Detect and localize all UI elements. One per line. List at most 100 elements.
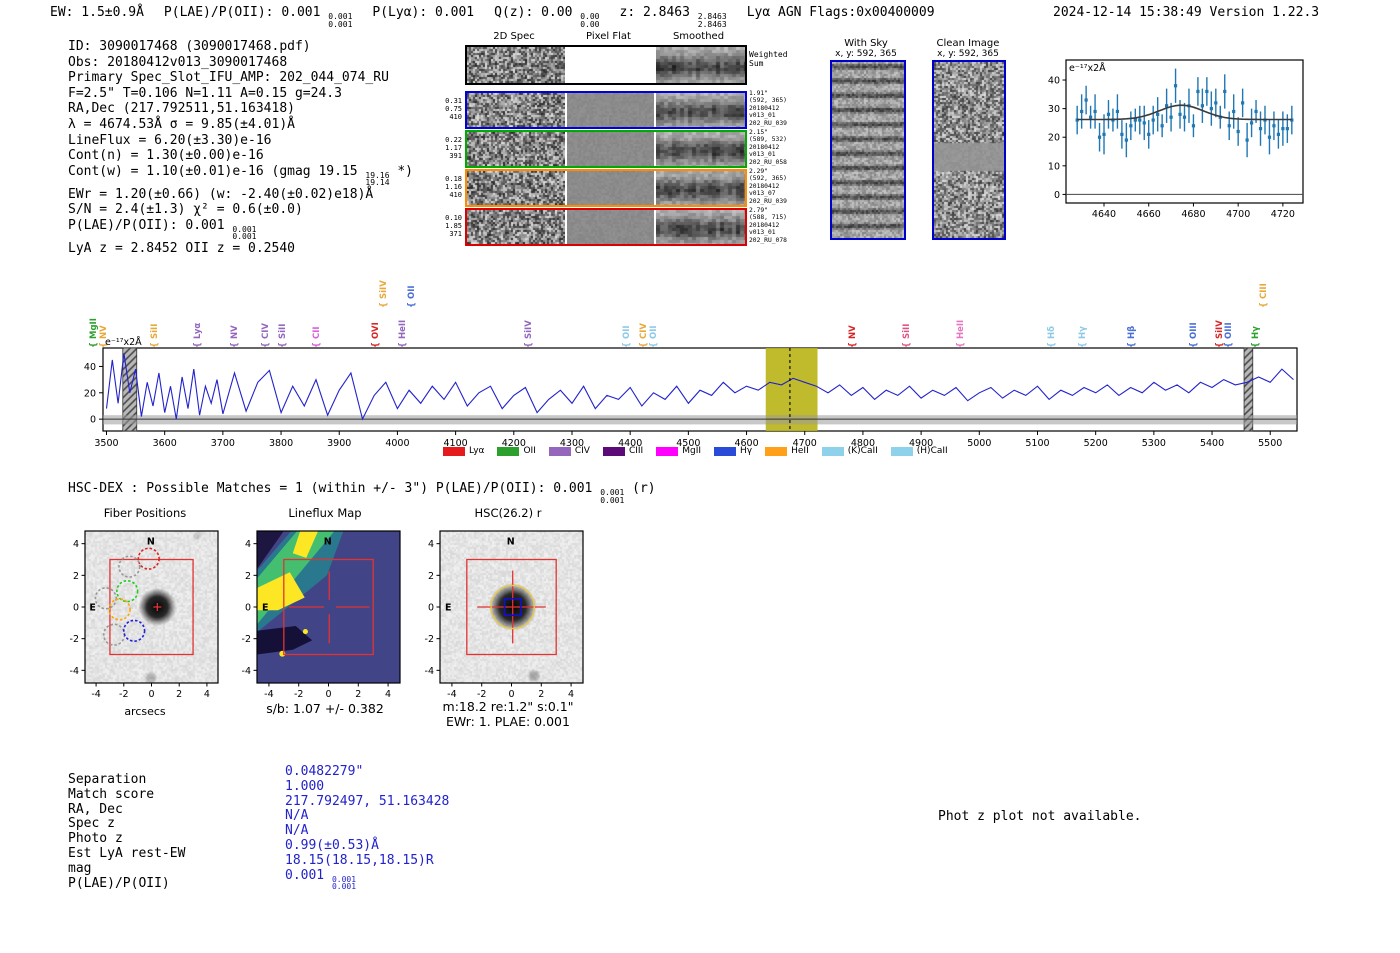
legend-swatch — [890, 446, 913, 456]
spec2d-image-noise — [467, 93, 565, 127]
svg-text:-4: -4 — [264, 689, 273, 700]
match-value: N/A — [285, 808, 449, 824]
hsc-cutout-xlabel2: EWr: 1. PLAE: 0.001 — [446, 714, 570, 729]
fiber-positions-xlabel: arcsecs — [124, 705, 166, 718]
svg-text:e⁻¹⁷x2Å: e⁻¹⁷x2Å — [105, 336, 142, 348]
svg-text:4700: 4700 — [1226, 209, 1250, 220]
match-value: N/A — [285, 823, 449, 839]
text-segment: (r) — [624, 481, 656, 496]
legend-label: OII — [523, 446, 536, 456]
spec2d-row-annotations: 2.29" (592, 365) 20180412 v013_07 202_RU_039 — [749, 168, 787, 205]
text-segment: 18.15(18.15,18.15)R — [285, 852, 434, 868]
spec2d-row — [465, 130, 747, 168]
emission-line-label: { CIII — [1259, 283, 1273, 308]
legend-swatch — [548, 446, 571, 456]
spec2d-column-title: Pixel Flat — [586, 31, 631, 42]
elixer-report-page: EW: 1.5±0.9Å P(LAE)/P(OII): 0.001 0.001 0.… — [0, 0, 1400, 953]
legend-item: (K)CaII — [821, 446, 878, 456]
text-segment: P(Lyα): 0.001 — [372, 5, 475, 20]
stacked-fraction: 0.001 0.001 — [328, 12, 353, 29]
spec2d-column-title: Smoothed — [672, 31, 725, 42]
spec2d-image-flat — [567, 93, 654, 127]
svg-text:4640: 4640 — [1092, 209, 1116, 220]
svg-text:5100: 5100 — [1025, 438, 1049, 449]
text-segment: F=2.5" T=0.106 N=1.11 A=0.15 g=24.3 — [68, 85, 342, 101]
spec2d-row-left-labels: 0.18 1.16 410 — [445, 175, 462, 199]
svg-text:5200: 5200 — [1084, 438, 1108, 449]
svg-text:4: 4 — [245, 539, 251, 550]
svg-text:E: E — [262, 603, 269, 614]
svg-text:5400: 5400 — [1200, 438, 1224, 449]
match-label: Match score — [68, 786, 155, 802]
header-datetime-version: 2024-12-14 15:38:49 Version 1.22.3 — [1053, 5, 1320, 20]
legend-swatch — [497, 446, 520, 456]
svg-text:2: 2 — [355, 689, 361, 700]
emission-line-label: { OII — [407, 285, 421, 308]
text-segment: Obs: 20180412v013_3090017468 — [68, 54, 288, 70]
spec2d-image-noise — [467, 132, 565, 166]
spec2d-image-noise — [467, 210, 565, 244]
legend-swatch — [443, 446, 465, 456]
match-table-labels: Separation Match score RA, Dec Spec z Photo … — [68, 772, 186, 891]
legend-item: MgII — [656, 446, 701, 456]
svg-text:4660: 4660 — [1137, 209, 1161, 220]
svg-text:3800: 3800 — [269, 438, 293, 449]
info-line: Obs: 20180412v013_3090017468 — [68, 55, 413, 71]
photz-note: Phot z plot not available. — [938, 809, 1142, 824]
svg-text:10: 10 — [1048, 161, 1060, 172]
emission-line-label-text: { CIII — [1259, 283, 1270, 308]
stacked-fraction: 0.00 0.00 — [580, 12, 600, 29]
legend-item: CIII — [602, 446, 643, 456]
line-fit-zoom-plot: 4640 4660 4680 4700 4720 0 10 20 30 40 e⁻… — [1048, 59, 1304, 220]
stacked-fraction: 2.8463 2.8463 — [697, 12, 727, 29]
match-label: Est LyA rest-EW — [68, 845, 186, 861]
text-segment: P(LAE)/P(OII): 0.001 — [163, 5, 329, 20]
spec2d-row-left-labels: 0.22 1.17 391 — [445, 136, 462, 160]
svg-text:-2: -2 — [70, 634, 79, 645]
legend-swatch — [765, 446, 788, 456]
match-value: 1.000 — [285, 779, 449, 795]
svg-text:4720: 4720 — [1271, 209, 1295, 220]
svg-text:E: E — [89, 603, 96, 614]
text-segment: P(LAE)/P(OII): 0.001 — [68, 217, 233, 233]
legend-swatch — [821, 446, 844, 456]
svg-text:0: 0 — [1054, 190, 1060, 201]
stacked-fraction: 0.001 0.001 — [600, 488, 625, 505]
spec2d-image-flat — [567, 132, 654, 166]
legend-label: MgII — [682, 446, 702, 456]
spec2d-column-title: 2D Spec — [493, 31, 535, 42]
spec2d-image-noise — [467, 47, 565, 83]
legend-label: (H)CaII — [916, 446, 948, 456]
header-item: Q(z): 0.00 0.00 0.00 — [494, 5, 599, 28]
text-segment: N/A — [285, 808, 309, 824]
text-segment: z: 2.8463 — [619, 5, 698, 20]
text-segment: LineFlux = 6.20(±3.30)e-16 — [68, 132, 272, 148]
text-segment: Q(z): 0.00 — [494, 5, 581, 20]
spec2d-image-smooth — [656, 132, 745, 166]
legend-item: (H)CaII — [890, 446, 948, 456]
legend-item: Lyα — [443, 446, 484, 456]
withsky-image-frame — [830, 60, 906, 240]
svg-text:N: N — [324, 536, 332, 547]
match-label: Separation — [68, 772, 147, 787]
svg-text:4000: 4000 — [385, 438, 409, 449]
spectrum-legend: Lyα OII CIV CIII MgII Hγ HeII (K)CaII (H)CaII — [443, 446, 948, 456]
text-segment: λ = 4674.53Å σ = 9.85(±4.01)Å — [68, 116, 295, 132]
match-value: 0.0482279" — [285, 764, 449, 780]
svg-text:3600: 3600 — [153, 438, 177, 449]
hsc-cutout-plot: -4 -4 -2 -2 0 0 2 2 4 4N E — [425, 530, 584, 700]
text-segment: EW: 1.5±0.9Å — [50, 5, 144, 20]
info-line: RA,Dec (217.792511,51.163418) — [68, 101, 413, 117]
spec2d-row-annotations: 2.15" (589, 532) 20180412 v013_01 202_RU_058 — [749, 129, 787, 166]
withsky-subtitle: x, y: 592, 365 — [835, 49, 897, 59]
text-segment: 0.001 — [285, 867, 332, 883]
stacked-fraction: 19.16 19.14 — [365, 170, 390, 188]
info-line: LineFlux = 6.20(±3.30)e-16 — [68, 133, 413, 149]
clean-subtitle: x, y: 592, 365 — [937, 49, 999, 59]
svg-text:0: 0 — [428, 603, 434, 614]
svg-text:2: 2 — [428, 571, 434, 582]
stacked-fraction: 0.001 0.001 — [232, 224, 257, 242]
svg-text:-2: -2 — [119, 689, 128, 700]
svg-text:-2: -2 — [294, 689, 303, 700]
svg-text:40: 40 — [1048, 76, 1060, 87]
